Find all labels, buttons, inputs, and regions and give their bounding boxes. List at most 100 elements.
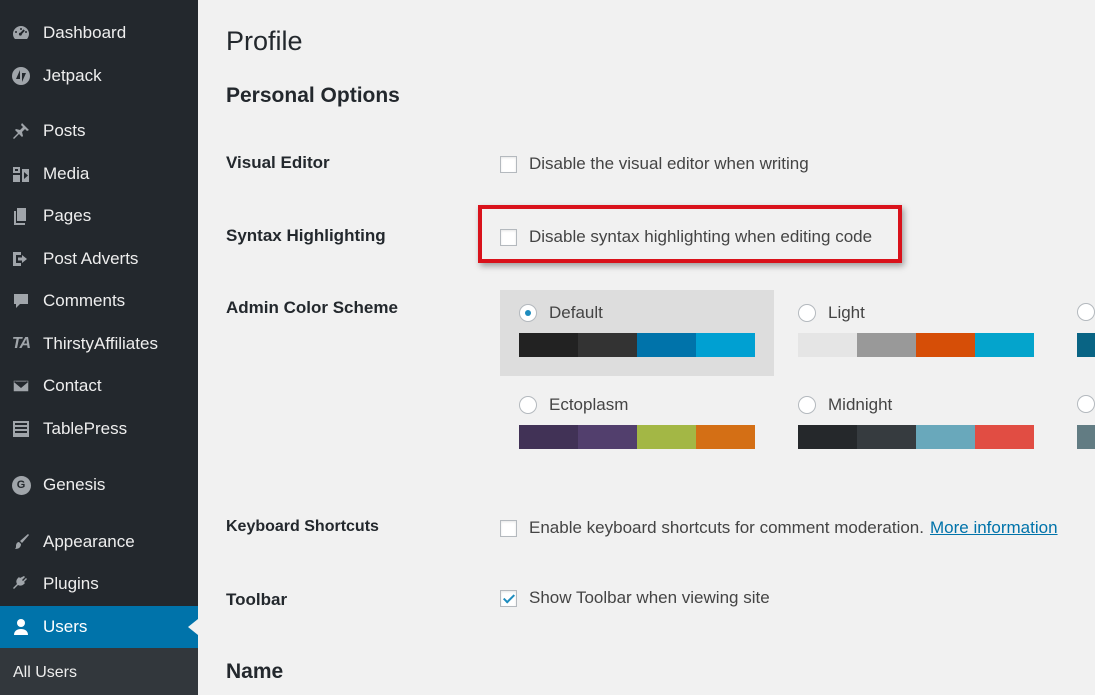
toolbar-option-text: Show Toolbar when viewing site: [529, 588, 770, 607]
sidebar-item-genesis[interactable]: G Genesis: [0, 464, 198, 506]
main-content: Profile Personal Options Visual Editor D…: [198, 0, 1095, 695]
toolbar-option[interactable]: Show Toolbar when viewing site: [500, 588, 770, 608]
color-swatch: [916, 425, 975, 449]
visual-editor-label: Visual Editor: [226, 153, 330, 172]
color-swatch: [578, 425, 637, 449]
color-scheme-midnight-radio[interactable]: [798, 396, 816, 414]
users-submenu: All Users: [0, 648, 198, 695]
jetpack-icon: [10, 65, 32, 87]
color-swatches: [798, 425, 1034, 449]
color-swatch: [798, 425, 857, 449]
color-swatches: [519, 333, 755, 357]
sidebar-item-users[interactable]: Users: [0, 606, 198, 648]
color-scheme-default-radio[interactable]: [519, 304, 537, 322]
sidebar-item-label: Contact: [43, 376, 102, 395]
color-scheme-default[interactable]: Default: [500, 290, 774, 376]
sidebar-item-label: Pages: [43, 206, 92, 225]
sidebar-item-dashboard[interactable]: Dashboard: [0, 12, 198, 54]
envelope-icon: [10, 375, 32, 397]
user-icon: [10, 616, 32, 638]
keyboard-shortcuts-option[interactable]: Enable keyboard shortcuts for comment mo…: [500, 518, 1058, 538]
syntax-highlighting-checkbox[interactable]: [500, 228, 517, 246]
sidebar-item-label: Comments: [43, 291, 126, 310]
color-swatches: [519, 425, 755, 449]
color-swatch: [637, 333, 696, 357]
color-scheme-partial-1[interactable]: [1058, 290, 1095, 376]
plug-icon: [10, 573, 32, 595]
color-swatches: [1077, 333, 1095, 357]
pin-icon: [10, 120, 32, 142]
color-scheme-ectoplasm-radio[interactable]: [519, 396, 537, 414]
syntax-highlighting-option[interactable]: Disable syntax highlighting when editing…: [500, 227, 872, 247]
color-scheme-midnight[interactable]: Midnight: [779, 382, 1053, 468]
color-swatch: [975, 333, 1034, 357]
page-title: Profile: [226, 26, 303, 56]
color-scheme-partial-radio[interactable]: [1077, 395, 1095, 413]
admin-sidebar: Dashboard Jetpack Posts Media Pages Post…: [0, 0, 198, 695]
syntax-highlighting-option-text: Disable syntax highlighting when editing…: [529, 227, 873, 246]
color-swatch: [1077, 425, 1095, 449]
brush-icon: [10, 531, 32, 553]
sidebar-item-plugins[interactable]: Plugins: [0, 563, 198, 605]
toolbar-checkbox[interactable]: [500, 589, 517, 607]
sidebar-item-label: Posts: [43, 121, 86, 140]
sidebar-item-label: Post Adverts: [43, 249, 139, 268]
dashboard-icon: [10, 22, 32, 44]
color-swatch: [519, 333, 578, 357]
color-scheme-light[interactable]: Light: [779, 290, 1053, 376]
color-swatch: [519, 425, 578, 449]
color-scheme-name: Default: [549, 303, 603, 322]
sidebar-item-posts[interactable]: Posts: [0, 110, 198, 152]
sidebar-item-appearance[interactable]: Appearance: [0, 521, 198, 563]
color-swatch: [696, 333, 755, 357]
visual-editor-option[interactable]: Disable the visual editor when writing: [500, 154, 809, 174]
signin-icon: [10, 248, 32, 270]
color-scheme-light-radio[interactable]: [798, 304, 816, 322]
visual-editor-checkbox[interactable]: [500, 155, 517, 173]
color-scheme-partial-2[interactable]: [1058, 382, 1095, 468]
sidebar-item-label: Genesis: [43, 475, 106, 494]
syntax-highlighting-label: Syntax Highlighting: [226, 226, 386, 245]
sidebar-item-label: Plugins: [43, 574, 99, 593]
color-scheme-partial-radio[interactable]: [1077, 303, 1095, 321]
sidebar-item-thirstyaffiliates[interactable]: TA ThirstyAffiliates: [0, 323, 198, 365]
name-heading: Name: [226, 660, 284, 683]
sidebar-item-label: Jetpack: [43, 66, 102, 85]
personal-options-heading: Personal Options: [226, 84, 400, 107]
color-scheme-name: Midnight: [828, 395, 893, 414]
admin-color-scheme-label: Admin Color Scheme: [226, 298, 398, 317]
color-swatch: [696, 425, 755, 449]
color-swatch: [1077, 333, 1095, 357]
more-information-link[interactable]: More information: [930, 518, 1058, 538]
color-swatch: [975, 425, 1034, 449]
sidebar-item-post-adverts[interactable]: Post Adverts: [0, 238, 198, 280]
media-icon: [10, 163, 32, 185]
genesis-icon: G: [10, 474, 32, 496]
keyboard-shortcuts-label: Keyboard Shortcuts: [226, 518, 379, 535]
sidebar-item-comments[interactable]: Comments: [0, 280, 198, 322]
ta-icon: TA: [11, 335, 31, 352]
sidebar-item-media[interactable]: Media: [0, 153, 198, 195]
color-scheme-name: Ectoplasm: [549, 395, 629, 414]
comment-icon: [10, 290, 32, 312]
sidebar-item-jetpack[interactable]: Jetpack: [0, 55, 198, 97]
keyboard-shortcuts-checkbox[interactable]: [500, 519, 517, 537]
visual-editor-option-text: Disable the visual editor when writing: [529, 154, 809, 173]
active-pointer: [188, 619, 198, 635]
color-swatches: [798, 333, 1034, 357]
color-swatch: [857, 425, 916, 449]
sidebar-item-label: Media: [43, 164, 90, 183]
sidebar-item-label: Dashboard: [43, 23, 127, 42]
color-swatch: [857, 333, 916, 357]
color-swatch: [578, 333, 637, 357]
sidebar-item-pages[interactable]: Pages: [0, 195, 198, 237]
sidebar-item-label: TablePress: [43, 419, 128, 438]
color-swatch: [798, 333, 857, 357]
sidebar-item-label: Users: [43, 617, 88, 636]
color-scheme-ectoplasm[interactable]: Ectoplasm: [500, 382, 774, 468]
submenu-item-all-users[interactable]: All Users: [13, 664, 77, 682]
toolbar-label: Toolbar: [226, 590, 288, 609]
sidebar-item-tablepress[interactable]: TablePress: [0, 408, 198, 450]
color-swatch: [637, 425, 696, 449]
sidebar-item-contact[interactable]: Contact: [0, 365, 198, 407]
